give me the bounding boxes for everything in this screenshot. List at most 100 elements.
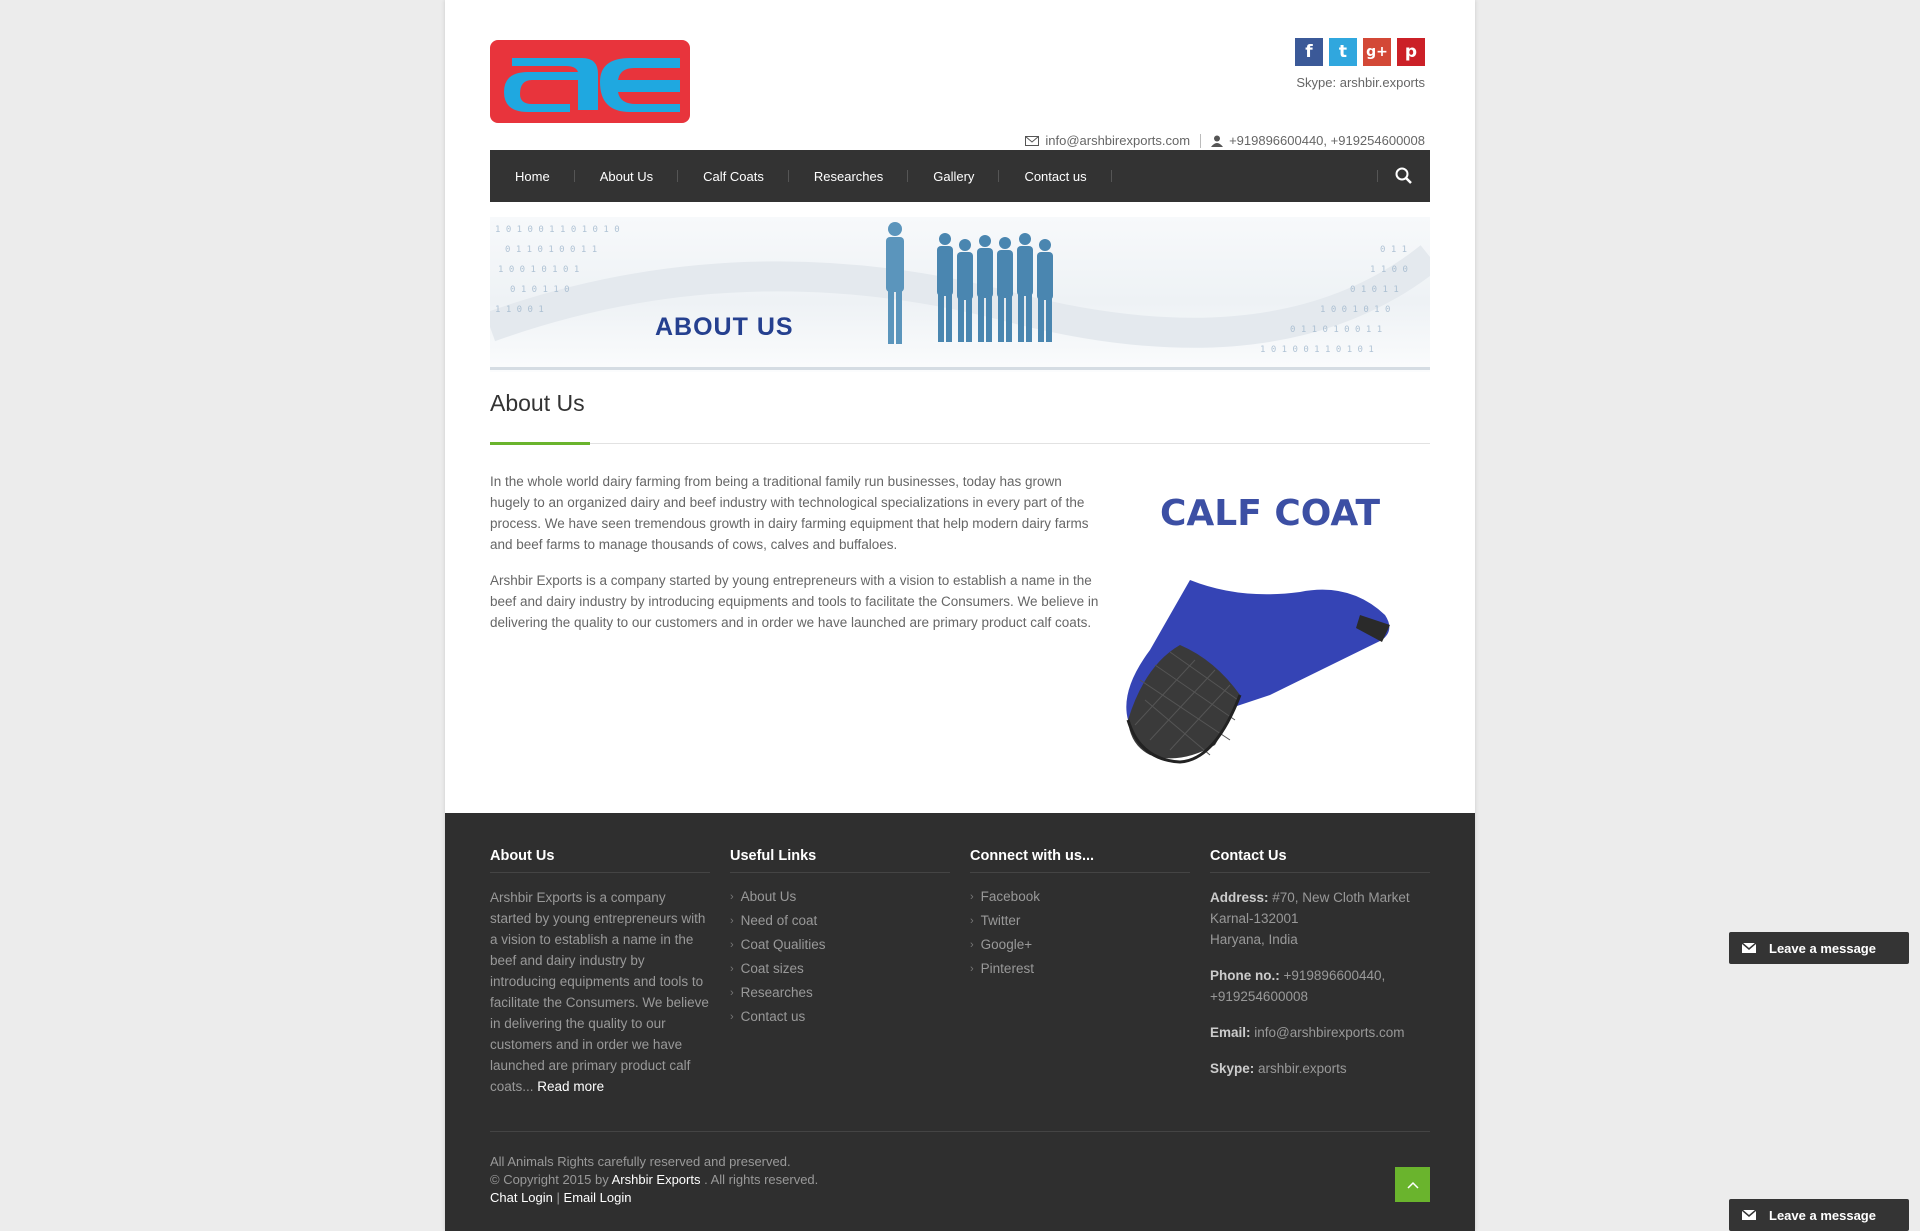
login-separator: | xyxy=(556,1190,560,1205)
chevron-right-icon: › xyxy=(730,963,734,975)
footer-link-google-plus[interactable]: › Google+ xyxy=(970,933,1190,957)
nav-home[interactable]: Home xyxy=(490,150,575,202)
footer-contact: Contact Us Address: #70, New Cloth Marke… xyxy=(1210,848,1430,1094)
link-label: About Us xyxy=(740,889,797,904)
header-contact-divider xyxy=(1200,133,1202,148)
nav-gallery[interactable]: Gallery xyxy=(908,150,1000,202)
search-icon[interactable] xyxy=(1392,164,1416,188)
chevron-right-icon: › xyxy=(970,963,974,975)
page-title: About Us xyxy=(490,390,585,416)
svg-text:0 1 1 0 1 0 0 1 1: 0 1 1 0 1 0 0 1 1 xyxy=(1290,325,1382,335)
mail-icon xyxy=(1729,1199,1769,1231)
email-login-link[interactable]: Email Login xyxy=(564,1190,632,1205)
email-value[interactable]: info@arshbirexports.com xyxy=(1254,1025,1404,1040)
contact-skype: Skype: arshbir.exports xyxy=(1210,1058,1430,1079)
svg-text:0 1 1: 0 1 1 xyxy=(1380,245,1407,255)
nav-calf-coats[interactable]: Calf Coats xyxy=(678,150,789,202)
chevron-right-icon: › xyxy=(730,939,734,951)
copyright-prefix: © Copyright 2015 by xyxy=(490,1172,609,1187)
facebook-icon[interactable]: f xyxy=(1295,38,1323,66)
chevron-right-icon: › xyxy=(730,1011,734,1023)
mail-icon xyxy=(1025,135,1040,146)
useful-links-heading: Useful Links xyxy=(730,848,950,873)
calf-coat-illustration xyxy=(1126,580,1390,764)
connect-list: › Facebook › Twitter › Google+ › Pinterest xyxy=(970,885,1190,981)
phone-value: +919896600440, xyxy=(1283,968,1386,983)
link-label: Coat sizes xyxy=(740,961,804,976)
read-more-link[interactable]: Read more xyxy=(537,1079,604,1094)
mail-icon xyxy=(1729,932,1769,964)
contact-phone: Phone no.: +919896600440, +919254600008 xyxy=(1210,965,1430,1007)
footer-link-pinterest[interactable]: › Pinterest xyxy=(970,957,1190,981)
header-contact: info@arshbirexports.com +919896600440, +… xyxy=(1025,133,1425,148)
contact-email: Email: info@arshbirexports.com xyxy=(1210,1022,1430,1043)
svg-text:0 1 1 0 1 0 0 1 1: 0 1 1 0 1 0 0 1 1 xyxy=(505,245,597,255)
link-label: Researches xyxy=(740,985,813,1000)
header-email[interactable]: info@arshbirexports.com xyxy=(1045,133,1190,148)
footer-link-twitter[interactable]: › Twitter xyxy=(970,909,1190,933)
leave-message-label: Leave a message xyxy=(1769,1207,1876,1223)
contact-details: Address: #70, New Cloth Market Karnal-13… xyxy=(1210,887,1430,1079)
footer-link-facebook[interactable]: › Facebook xyxy=(970,885,1190,909)
svg-text:0 1 0 1 1: 0 1 0 1 1 xyxy=(1350,285,1399,295)
leave-message-button-bottom[interactable]: Leave a message xyxy=(1729,1199,1909,1231)
pinterest-icon[interactable]: p xyxy=(1397,38,1425,66)
google-plus-icon[interactable]: g+ xyxy=(1363,38,1391,66)
skype-value: arshbir.exports xyxy=(1258,1061,1347,1076)
footer-link-need-of-coat[interactable]: › Need of coat xyxy=(730,909,950,933)
footer-divider xyxy=(490,1131,1430,1132)
header-phone: +919896600440, +919254600008 xyxy=(1229,133,1425,148)
back-to-top-button[interactable] xyxy=(1395,1167,1430,1202)
footer-link-about-us[interactable]: › About Us xyxy=(730,885,950,909)
copyright-line1: All Animals Rights carefully reserved an… xyxy=(490,1154,791,1169)
user-icon xyxy=(1211,135,1224,147)
svg-text:1 0 1 0 0 1 1 0 1 0 1: 1 0 1 0 0 1 1 0 1 0 1 xyxy=(1260,345,1374,355)
chevron-right-icon: › xyxy=(730,891,734,903)
banner-title: ABOUT US xyxy=(655,313,794,341)
footer-link-coat-sizes[interactable]: › Coat sizes xyxy=(730,957,950,981)
nav-researches[interactable]: Researches xyxy=(789,150,909,202)
skype-label: Skype: xyxy=(1210,1061,1255,1076)
contact-heading: Contact Us xyxy=(1210,848,1430,873)
link-label: Twitter xyxy=(980,913,1021,928)
nav-about-us[interactable]: About Us xyxy=(575,150,679,202)
banner-graphic: 1 0 1 0 0 1 1 0 1 0 1 0 0 1 1 0 1 0 0 1 … xyxy=(490,222,1430,370)
site-logo[interactable] xyxy=(490,40,690,123)
link-label: Google+ xyxy=(980,937,1033,952)
leave-message-button[interactable]: Leave a message xyxy=(1729,932,1909,964)
product-title: CALF COAT xyxy=(1159,493,1381,534)
chat-login-link[interactable]: Chat Login xyxy=(490,1190,553,1205)
nav-divider xyxy=(1377,170,1378,182)
main-nav: Home About Us Calf Coats Researches Gall… xyxy=(490,150,1430,202)
address-line: #70, New Cloth Market xyxy=(1272,890,1410,905)
link-label: Pinterest xyxy=(980,961,1034,976)
twitter-icon[interactable]: t xyxy=(1329,38,1357,66)
copyright-suffix: . All rights reserved. xyxy=(704,1172,819,1187)
footer-about-body: Arshbir Exports is a company started by … xyxy=(490,887,710,1097)
connect-heading: Connect with us... xyxy=(970,848,1190,873)
chevron-right-icon: › xyxy=(730,915,734,927)
company-link[interactable]: Arshbir Exports xyxy=(612,1172,701,1187)
address-label: Address: xyxy=(1210,890,1269,905)
svg-text:1 1 0 0 1: 1 1 0 0 1 xyxy=(495,305,544,315)
link-label: Coat Qualities xyxy=(740,937,826,952)
link-label: Facebook xyxy=(980,889,1040,904)
nav-contact-us[interactable]: Contact us xyxy=(999,150,1112,202)
footer-about-text: Arshbir Exports is a company started by … xyxy=(490,890,709,1094)
footer-link-researches[interactable]: › Researches xyxy=(730,981,950,1005)
copyright: All Animals Rights carefully reserved an… xyxy=(490,1153,818,1207)
footer-link-contact-us[interactable]: › Contact us xyxy=(730,1005,950,1029)
address-line: Haryana, India xyxy=(1210,932,1298,947)
contact-address: Address: #70, New Cloth Market Karnal-13… xyxy=(1210,887,1430,950)
svg-text:1 1 0 0: 1 1 0 0 xyxy=(1370,265,1408,275)
header-skype: Skype: arshbir.exports xyxy=(1296,75,1425,90)
title-divider xyxy=(490,443,1430,444)
social-icons: f t g+ p xyxy=(1295,38,1425,66)
svg-text:1 0 0 1 0 1 0 1: 1 0 0 1 0 1 0 1 xyxy=(498,265,579,275)
footer-connect: Connect with us... › Facebook › Twitter › G… xyxy=(970,848,1190,981)
link-label: Contact us xyxy=(740,1009,806,1024)
footer-link-coat-qualities[interactable]: › Coat Qualities xyxy=(730,933,950,957)
phone-value: +919254600008 xyxy=(1210,989,1308,1004)
svg-text:1 0 1 0 0 1 1 0 1 0 1 0: 1 0 1 0 0 1 1 0 1 0 1 0 xyxy=(495,225,620,235)
chevron-right-icon: › xyxy=(970,891,974,903)
